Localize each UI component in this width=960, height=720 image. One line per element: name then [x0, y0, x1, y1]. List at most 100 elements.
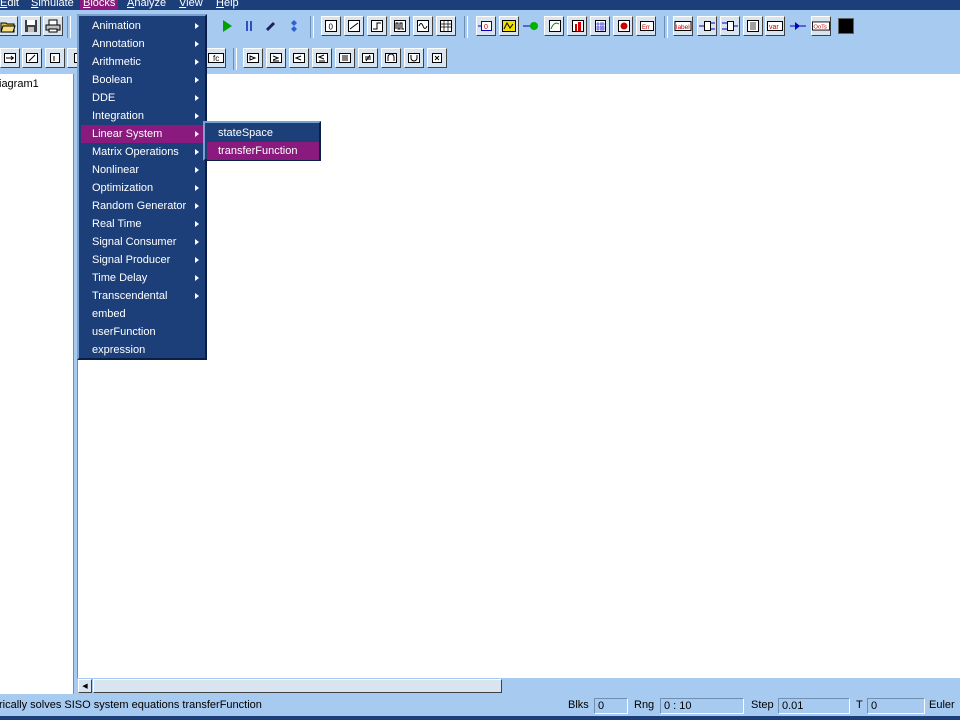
matrix-icon[interactable]	[743, 16, 763, 36]
mux-block-icon[interactable]	[289, 48, 309, 68]
menu-item-optimization[interactable]: Optimization	[81, 179, 205, 197]
menu-help[interactable]: Help	[213, 0, 242, 10]
menu-item-integration[interactable]: Integration	[81, 107, 205, 125]
menu-item-embed[interactable]: embed	[81, 305, 205, 323]
menu-item-dde[interactable]: DDE	[81, 89, 205, 107]
menu-item-annotation[interactable]: Annotation	[81, 35, 205, 53]
connect-block-icon[interactable]	[0, 48, 20, 68]
svg-text:OoTs: OoTs	[813, 25, 827, 31]
label-icon[interactable]: label	[673, 16, 693, 36]
submenu-arrow-icon	[195, 257, 199, 263]
rng-value: 0 : 10	[660, 698, 744, 714]
menu-item-time-delay[interactable]: Time Delay	[81, 269, 205, 287]
blks-value: 0	[594, 698, 628, 714]
scroll-left-arrow-icon[interactable]: ◀	[78, 679, 92, 693]
fc-block-icon[interactable]: fc	[206, 48, 226, 68]
merge-icon[interactable]	[720, 16, 740, 36]
submenu-arrow-icon	[195, 185, 199, 191]
menu-item-arithmetic[interactable]: Arithmetic	[81, 53, 205, 71]
compare-block-icon[interactable]	[266, 48, 286, 68]
sine-block-icon[interactable]	[413, 16, 433, 36]
submenu-item-transferfunction[interactable]: transferFunction	[207, 142, 319, 160]
submenu-arrow-icon	[195, 113, 199, 119]
menu-item-label: Random Generator	[92, 200, 187, 212]
split-icon[interactable]	[697, 16, 717, 36]
menu-view[interactable]: View	[176, 0, 206, 10]
save-disk-icon[interactable]	[21, 16, 41, 36]
menu-item-label: Nonlinear	[92, 164, 140, 176]
menu-item-linear-system[interactable]: Linear System	[81, 125, 205, 143]
pulse-block-icon[interactable]	[390, 16, 410, 36]
pause-icon[interactable]	[239, 16, 259, 36]
scope-icon[interactable]	[499, 16, 519, 36]
horizontal-scrollbar[interactable]: ◀	[77, 678, 960, 694]
menu-item-animation[interactable]: Animation	[81, 17, 205, 35]
submenu-arrow-icon	[195, 131, 199, 137]
submenu-arrow-icon	[195, 221, 199, 227]
stop-icon[interactable]	[613, 16, 633, 36]
menu-item-label: Signal Consumer	[92, 236, 177, 248]
menu-item-label: Real Time	[92, 218, 142, 230]
menu-item-signal-producer[interactable]: Signal Producer	[81, 251, 205, 269]
menu-item-userfunction[interactable]: userFunction	[81, 323, 205, 341]
submenu-item-label: transferFunction	[218, 145, 298, 157]
oots-icon[interactable]: OoTs	[811, 16, 831, 36]
step-icon[interactable]	[261, 16, 281, 36]
submenu-item-statespace[interactable]: stateSpace	[207, 124, 319, 142]
menu-item-nonlinear[interactable]: Nonlinear	[81, 161, 205, 179]
tree-item-diagram[interactable]: iagram1	[0, 78, 39, 90]
play-icon[interactable]	[217, 16, 237, 36]
gain-icon[interactable]: 0	[476, 16, 496, 36]
menu-item-real-time[interactable]: Real Time	[81, 215, 205, 233]
open-folder-icon[interactable]	[0, 16, 18, 36]
scroll-thumb[interactable]	[93, 679, 502, 693]
grid-icon[interactable]	[590, 16, 610, 36]
submenu-arrow-icon	[195, 239, 199, 245]
submenu-arrow-icon	[195, 95, 199, 101]
arrow-icon[interactable]	[788, 16, 808, 36]
memory-block-icon[interactable]	[381, 48, 401, 68]
svg-text:Err: Err	[642, 25, 650, 31]
menu-analyze[interactable]: Analyze	[124, 0, 169, 10]
menu-edit[interactable]: Edit	[0, 0, 22, 10]
sum-block-icon[interactable]	[335, 48, 355, 68]
demux-block-icon[interactable]	[312, 48, 332, 68]
delay-block-icon[interactable]	[45, 48, 65, 68]
dot-icon[interactable]	[521, 16, 541, 36]
reset-icon[interactable]	[284, 16, 304, 36]
buffer-block-icon[interactable]	[243, 48, 263, 68]
bar-plot-icon[interactable]	[567, 16, 587, 36]
submenu-arrow-icon	[195, 293, 199, 299]
menu-item-expression[interactable]: expression	[81, 341, 205, 359]
menu-item-boolean[interactable]: Boolean	[81, 71, 205, 89]
menu-item-label: Matrix Operations	[92, 146, 179, 158]
black-square-icon[interactable]	[836, 16, 856, 36]
menu-item-label: userFunction	[92, 326, 156, 338]
submenu-arrow-icon	[195, 23, 199, 29]
error-icon[interactable]: Err	[636, 16, 656, 36]
const-block-icon[interactable]: 0	[321, 16, 341, 36]
ramp-block-icon[interactable]	[344, 16, 364, 36]
menu-item-random-generator[interactable]: Random Generator	[81, 197, 205, 215]
submenu-item-label: stateSpace	[218, 127, 274, 139]
integrator-block-icon[interactable]	[22, 48, 42, 68]
taskbar-edge	[0, 716, 960, 720]
variable-icon[interactable]: var	[765, 16, 785, 36]
unit-delay-block-icon[interactable]	[404, 48, 424, 68]
step-block-icon[interactable]	[367, 16, 387, 36]
diagram-canvas[interactable]	[77, 74, 960, 678]
menu-simulate[interactable]: Simulate	[28, 0, 77, 10]
table-block-icon[interactable]	[436, 16, 456, 36]
menu-item-signal-consumer[interactable]: Signal Consumer	[81, 233, 205, 251]
menu-item-label: Arithmetic	[92, 56, 141, 68]
linear-system-submenu: stateSpace transferFunction	[203, 121, 321, 161]
logic-block-icon[interactable]	[358, 48, 378, 68]
xy-plot-icon[interactable]	[544, 16, 564, 36]
menu-item-transcendental[interactable]: Transcendental	[81, 287, 205, 305]
cross-block-icon[interactable]	[427, 48, 447, 68]
svg-text:0: 0	[329, 23, 334, 32]
menu-item-matrix-operations[interactable]: Matrix Operations	[81, 143, 205, 161]
menu-blocks[interactable]: Blocks	[80, 0, 119, 10]
print-icon[interactable]	[43, 16, 63, 36]
submenu-arrow-icon	[195, 167, 199, 173]
